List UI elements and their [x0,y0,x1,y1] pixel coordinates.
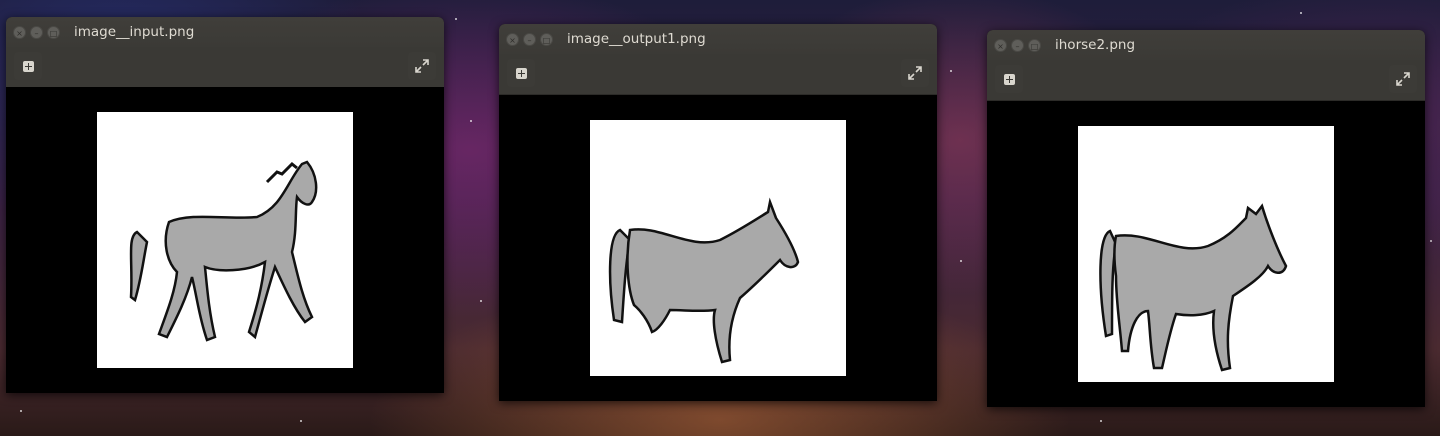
plus-box-icon [22,60,34,72]
window-title: image__input.png [74,24,195,40]
close-button[interactable]: × [506,32,519,46]
plus-box-icon [515,67,527,79]
image-canvas [987,101,1425,407]
fullscreen-button[interactable] [1389,65,1417,93]
fullscreen-button[interactable] [408,52,436,80]
close-button[interactable]: × [13,25,26,39]
toolbar [987,60,1425,101]
image-viewer-window-ihorse2[interactable]: × – □ ihorse2.png [987,30,1425,407]
image-viewer-window-output1[interactable]: × – □ image__output1.png [499,24,937,401]
maximize-button[interactable]: □ [540,32,553,46]
minimize-button[interactable]: – [523,32,536,46]
expand-icon [908,66,922,80]
expand-icon [415,59,429,73]
toolbar [6,47,444,88]
maximize-button[interactable]: □ [1028,38,1041,52]
titlebar[interactable]: × – □ ihorse2.png [987,30,1425,60]
image-canvas [499,95,937,401]
horse-image [1078,126,1334,382]
window-title: image__output1.png [567,31,706,47]
plus-box-icon [1003,73,1015,85]
window-title: ihorse2.png [1055,37,1136,53]
add-button[interactable] [995,65,1023,93]
add-button[interactable] [507,59,535,87]
titlebar[interactable]: × – □ image__input.png [6,17,444,47]
image-canvas [6,87,444,393]
maximize-button[interactable]: □ [47,25,60,39]
horse-image [590,120,846,376]
toolbar [499,54,937,95]
minimize-button[interactable]: – [1011,38,1024,52]
add-button[interactable] [14,52,42,80]
desktop-background: × – □ image__input.png × – □ image__outp… [0,0,1440,436]
expand-icon [1396,72,1410,86]
horse-image [97,112,353,368]
titlebar[interactable]: × – □ image__output1.png [499,24,937,54]
close-button[interactable]: × [994,38,1007,52]
fullscreen-button[interactable] [901,59,929,87]
image-viewer-window-input[interactable]: × – □ image__input.png [6,17,444,393]
minimize-button[interactable]: – [30,25,43,39]
